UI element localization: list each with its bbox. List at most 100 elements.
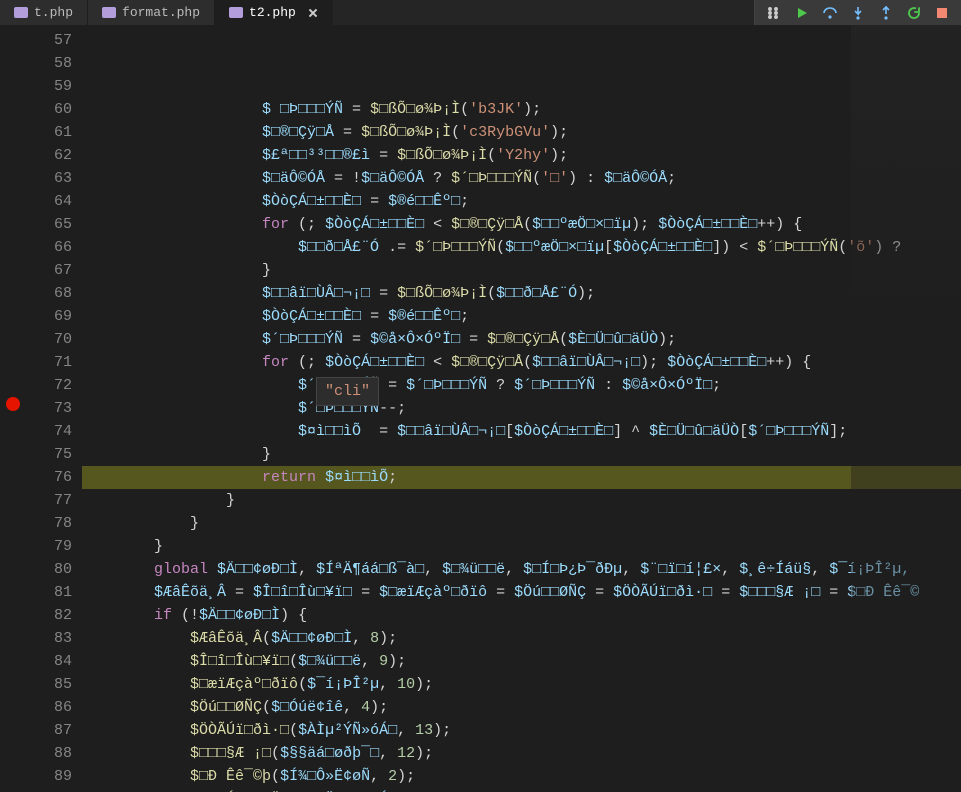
line-number: 57 [26,29,72,52]
code-line[interactable]: $□Ð Êê¯©þ($Í¾□Ô»Ë¢øÑ, 2); [82,765,961,788]
code-line[interactable]: } [82,443,961,466]
breakpoint-slot[interactable] [0,117,26,140]
breakpoint-slot[interactable] [0,673,26,696]
breakpoint-slot[interactable] [0,232,26,255]
code-line[interactable]: } [82,535,961,558]
close-icon[interactable] [308,8,318,18]
play-icon[interactable] [789,0,815,25]
code-line[interactable]: $ÆâÊõä¸Â($Ä□□¢øÐ□Ì, 8); [82,627,961,650]
line-number: 61 [26,121,72,144]
line-number: 60 [26,98,72,121]
line-number: 64 [26,190,72,213]
breakpoint-slot[interactable] [0,397,26,420]
code-line[interactable]: $¤ì□□ìÕ = $□□âï□ÙÂ□¬¡□[$ÒòÇÁ□±□□È□] ^ $È… [82,420,961,443]
code-line[interactable]: } [82,259,961,282]
breakpoint-slot[interactable] [0,370,26,393]
tab-format-php[interactable]: format.php [88,0,215,25]
code-area[interactable]: "cli" $ □Þ□□□ÝÑ = $□ßÕ□ø¾Þ¡Ì('b3JK'); $□… [82,25,961,792]
code-line[interactable]: $´□Þ□□□ÝÑ--; [82,397,961,420]
code-line[interactable]: $´□Þ□□□ÝÑ = $´□Þ□□□ÝÑ ? $´□Þ□□□ÝÑ : $©å×… [82,374,961,397]
restart-icon[interactable] [901,0,927,25]
breakpoint-slot[interactable] [0,25,26,48]
code-line[interactable]: return $¤ì□□ìÕ; [82,466,961,489]
code-line[interactable]: $ □Þ□□□ÝÑ = $□ßÕ□ø¾Þ¡Ì('b3JK'); [82,98,961,121]
code-line[interactable]: $□æïÆçàº□ðïô($¯í¡ÞÎ²µ, 10); [82,673,961,696]
code-line[interactable]: } [82,512,961,535]
step-into-icon[interactable] [845,0,871,25]
tab-t2-php[interactable]: t2.php [215,0,333,25]
code-line[interactable]: $ÆâÊõä¸Â = $Î□î□Îù□¥ï□ = $□æïÆçàº□ðïô = … [82,581,961,604]
breakpoint-slot[interactable] [0,489,26,512]
line-number: 66 [26,236,72,259]
breakpoint-slot[interactable] [0,719,26,742]
breakpoint-slot[interactable] [0,535,26,558]
breakpoint-slot[interactable] [0,71,26,94]
code-line[interactable]: $□äÔ©ÓÅ = !$□äÔ©ÓÅ ? $´□Þ□□□ÝÑ('□') : $□… [82,167,961,190]
stop-icon[interactable] [929,0,955,25]
breakpoint-slot[interactable] [0,94,26,117]
code-line[interactable]: $´□Þ□□□ÝÑ = $©å×Ô×ÓºÏ□ = $□®□Çÿ□Å($È□Ü□û… [82,328,961,351]
code-line[interactable]: for (; $ÒòÇÁ□±□□È□ < $□®□Çÿ□Å($□□ºæÖ□×□ï… [82,213,961,236]
breakpoint-slot[interactable] [0,163,26,186]
breakpoint-slot[interactable] [0,301,26,324]
breakpoint-slot[interactable] [0,581,26,604]
line-number: 76 [26,466,72,489]
code-line[interactable]: for (; $ÒòÇÁ□±□□È□ < $□®□Çÿ□Å($□□âï□ÙÂ□¬… [82,351,961,374]
code-line[interactable]: $ÒòÇÁ□±□□È□ = $®é□□Êº□; [82,305,961,328]
tab-bar: t.php format.php t2.php [0,0,961,25]
code-line[interactable]: $ÖÒÃÚï□ðì·□($ÀÌµ²ÝÑ»óÁ□, 13); [82,719,961,742]
breakpoint-slot[interactable] [0,650,26,673]
code-line[interactable]: $□□âï□ÙÂ□¬¡□ = $□ßÕ□ø¾Þ¡Ì($□□ð□Å£¨Ó); [82,282,961,305]
minimap[interactable] [851,25,961,792]
breakpoint-slot[interactable] [0,627,26,650]
step-over-icon[interactable] [817,0,843,25]
breakpoint-slot[interactable] [0,347,26,370]
breakpoint-slot[interactable] [0,420,26,443]
breakpoint-slot[interactable] [0,742,26,765]
line-number: 75 [26,443,72,466]
line-number: 59 [26,75,72,98]
breakpoint-slot[interactable] [0,186,26,209]
breakpoint-slot[interactable] [0,696,26,719]
line-number: 74 [26,420,72,443]
line-number: 86 [26,696,72,719]
code-line[interactable]: global $Ä□□¢øÐ□Ì, $ÍªÄ¶áá□ß¯à□, $□¾ü□□ë,… [82,558,961,581]
breakpoint-icon[interactable] [6,397,20,411]
grip-icon[interactable] [761,0,787,25]
code-line[interactable]: $Öú□□ØÑÇ($□Óúë¢îê, 4); [82,696,961,719]
breakpoint-slot[interactable] [0,278,26,301]
tab-t-php[interactable]: t.php [0,0,88,25]
code-line[interactable]: $ ãúÚ□ý¦¾Ä□£($□Ü□□ç□□Ú, 14); [82,788,961,792]
breakpoint-slot[interactable] [0,140,26,163]
breakpoint-slot[interactable] [0,324,26,347]
line-number: 85 [26,673,72,696]
code-line[interactable]: } [82,489,961,512]
breakpoint-slot[interactable] [0,466,26,489]
breakpoint-slot[interactable] [0,512,26,535]
line-number: 73 [26,397,72,420]
code-line[interactable]: $Î□î□Îù□¥ï□($□¾ü□□ë, 9); [82,650,961,673]
line-number: 78 [26,512,72,535]
code-line[interactable]: if (!$Ä□□¢øÐ□Ì) { [82,604,961,627]
inline-hint: "cli" [316,377,379,406]
breakpoint-slot[interactable] [0,604,26,627]
code-line[interactable]: $□®□Çÿ□Å = $□ßÕ□ø¾Þ¡Ì('c3RybGVu'); [82,121,961,144]
breakpoint-slot[interactable] [0,255,26,278]
code-line[interactable]: $£ª□□³³□□®£ì = $□ßÕ□ø¾Þ¡Ì('Y2hy'); [82,144,961,167]
line-number: 68 [26,282,72,305]
code-line[interactable]: $ÒòÇÁ□±□□È□ = $®é□□Êº□; [82,190,961,213]
breakpoint-slot[interactable] [0,209,26,232]
breakpoint-slot[interactable] [0,558,26,581]
code-line[interactable]: $□□□§Æ ¡□($§§äá□øðþ¯□, 12); [82,742,961,765]
line-number: 81 [26,581,72,604]
line-number: 72 [26,374,72,397]
breakpoint-slot[interactable] [0,443,26,466]
line-number: 62 [26,144,72,167]
breakpoint-slot[interactable] [0,765,26,788]
code-line[interactable]: $□□ð□Å£¨Ó .= $´□Þ□□□ÝÑ($□□ºæÖ□×□ïµ[$ÒòÇÁ… [82,236,961,259]
editor: 5758596061626364656667686970717273747576… [0,25,961,792]
breakpoint-slot[interactable] [0,48,26,71]
line-number: 80 [26,558,72,581]
breakpoint-gutter[interactable] [0,25,26,792]
step-out-icon[interactable] [873,0,899,25]
